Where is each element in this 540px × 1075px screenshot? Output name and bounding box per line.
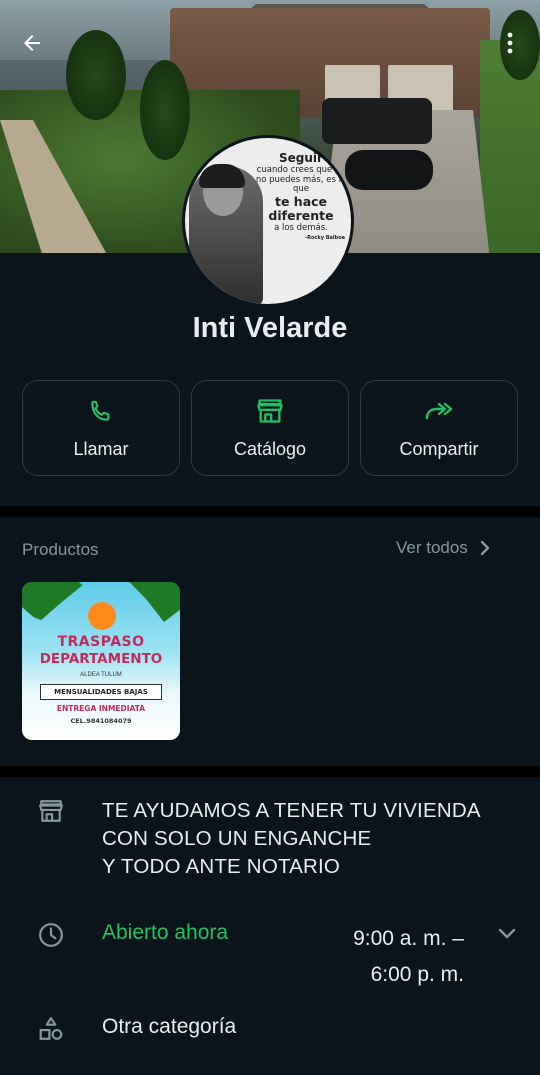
avatar-quote-line: te hace diferente bbox=[268, 194, 334, 224]
avatar-quote-line: Seguir bbox=[279, 151, 323, 165]
clock-icon bbox=[39, 923, 63, 947]
call-button[interactable]: Llamar bbox=[22, 380, 180, 476]
cover-tree bbox=[140, 60, 190, 160]
palm-graphic bbox=[128, 582, 180, 622]
chevron-right-icon bbox=[480, 540, 490, 556]
business-hours: 9:00 a. m. – 6:00 p. m. bbox=[300, 921, 464, 993]
avatar-quote-line: a los demás. bbox=[274, 222, 328, 233]
category-icon-wrap bbox=[36, 1014, 66, 1044]
cover-tree bbox=[66, 30, 126, 120]
section-divider bbox=[0, 766, 540, 777]
hours-close: 6:00 p. m. bbox=[370, 963, 464, 986]
avatar-hair bbox=[199, 164, 245, 188]
product-subtitle: MENSUALIDADES BAJAS bbox=[40, 684, 162, 700]
hours-icon-wrap bbox=[36, 920, 66, 950]
description-line: TE AYUDAMOS A TENER TU VIVIENDA bbox=[102, 799, 481, 822]
business-description-icon-wrap bbox=[36, 796, 66, 826]
hours-open: 9:00 a. m. – bbox=[353, 927, 464, 950]
product-card[interactable]: TRASPASO DEPARTAMENTO ALDEA TULUM MENSUA… bbox=[22, 582, 180, 740]
business-status: Abierto ahora bbox=[102, 921, 229, 944]
profile-name: Inti Velarde bbox=[192, 312, 348, 344]
avatar-quote-author: -Rocky Balboa bbox=[305, 234, 345, 241]
product-title-line: TRASPASO bbox=[57, 634, 145, 650]
chevron-down-icon bbox=[498, 928, 516, 939]
storefront-icon bbox=[257, 398, 283, 423]
action-buttons: Llamar Catálogo Compartir bbox=[22, 380, 518, 476]
back-button[interactable] bbox=[14, 28, 50, 58]
call-button-label: Llamar bbox=[73, 438, 129, 459]
forward-icon bbox=[425, 402, 453, 419]
catalog-button[interactable]: Catálogo bbox=[191, 380, 349, 476]
share-button[interactable]: Compartir bbox=[360, 380, 518, 476]
more-options-button[interactable] bbox=[498, 28, 522, 58]
see-all-label: Ver todos bbox=[396, 538, 468, 557]
arrow-back-icon bbox=[24, 35, 40, 51]
cover-car bbox=[345, 150, 433, 190]
palm-graphic bbox=[22, 582, 88, 622]
avatar-quote-line: cuando crees que ya no puedes más, es lo… bbox=[255, 164, 347, 195]
profile-avatar[interactable]: Seguir cuando crees que ya no puedes más… bbox=[182, 135, 354, 307]
product-location: ALDEA TULUM bbox=[80, 672, 122, 678]
business-category: Otra categoría bbox=[102, 1015, 237, 1038]
catalog-button-label: Catálogo bbox=[233, 438, 307, 459]
more-vertical-icon bbox=[507, 32, 513, 54]
description-line: CON SOLO UN ENGANCHE bbox=[102, 827, 372, 850]
section-divider bbox=[0, 506, 540, 517]
share-button-label: Compartir bbox=[399, 438, 479, 459]
storefront-icon bbox=[39, 800, 63, 822]
phone-icon bbox=[91, 400, 110, 421]
expand-hours-button[interactable] bbox=[496, 922, 518, 944]
shapes-icon bbox=[39, 1017, 63, 1040]
business-description: TE AYUDAMOS A TENER TU VIVIENDA CON SOLO… bbox=[102, 797, 522, 881]
see-all-products-link[interactable]: Ver todos bbox=[396, 538, 490, 558]
products-section-title: Productos bbox=[22, 540, 99, 559]
product-title-line: DEPARTAMENTO bbox=[39, 651, 163, 667]
product-phone: CEL.9841084079 bbox=[70, 717, 132, 725]
description-line: Y TODO ANTE NOTARIO bbox=[102, 855, 341, 878]
product-delivery: ENTREGA INMEDIATA bbox=[56, 704, 146, 713]
avatar-quote: Seguir cuando crees que ya no puedes más… bbox=[251, 151, 351, 241]
cover-truck bbox=[322, 98, 432, 144]
sun-graphic bbox=[88, 602, 116, 630]
